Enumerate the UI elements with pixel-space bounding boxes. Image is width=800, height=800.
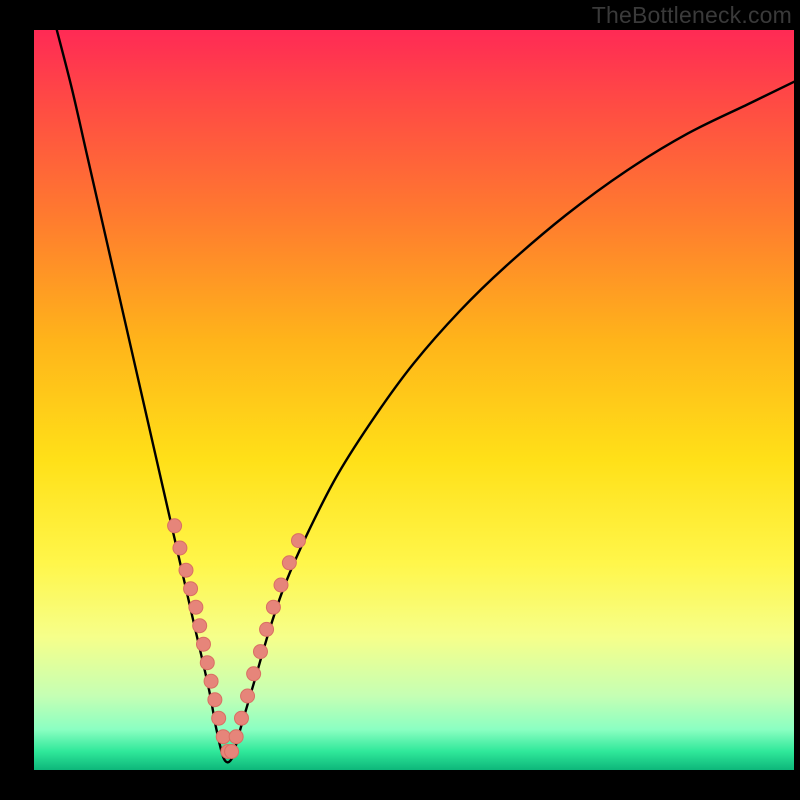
watermark-text: TheBottleneck.com: [592, 2, 792, 29]
highlight-point: [200, 656, 214, 670]
highlight-point: [274, 578, 288, 592]
highlight-point: [216, 730, 230, 744]
highlight-point: [241, 689, 255, 703]
highlight-point: [212, 711, 226, 725]
highlight-point: [196, 637, 210, 651]
plot-area: [34, 30, 794, 770]
highlight-point: [266, 600, 280, 614]
highlight-point: [179, 563, 193, 577]
highlight-point: [291, 534, 305, 548]
highlight-point: [184, 582, 198, 596]
highlight-point: [260, 622, 274, 636]
highlight-point: [189, 600, 203, 614]
highlight-point: [193, 619, 207, 633]
highlight-point: [229, 730, 243, 744]
highlight-point: [253, 645, 267, 659]
highlight-point: [208, 693, 222, 707]
highlight-markers: [34, 30, 794, 770]
highlight-point: [225, 745, 239, 759]
highlight-point: [204, 674, 218, 688]
highlight-point: [168, 519, 182, 533]
chart-frame: TheBottleneck.com: [0, 0, 800, 800]
highlight-point: [234, 711, 248, 725]
highlight-point: [282, 556, 296, 570]
highlight-point: [173, 541, 187, 555]
highlight-point: [247, 667, 261, 681]
